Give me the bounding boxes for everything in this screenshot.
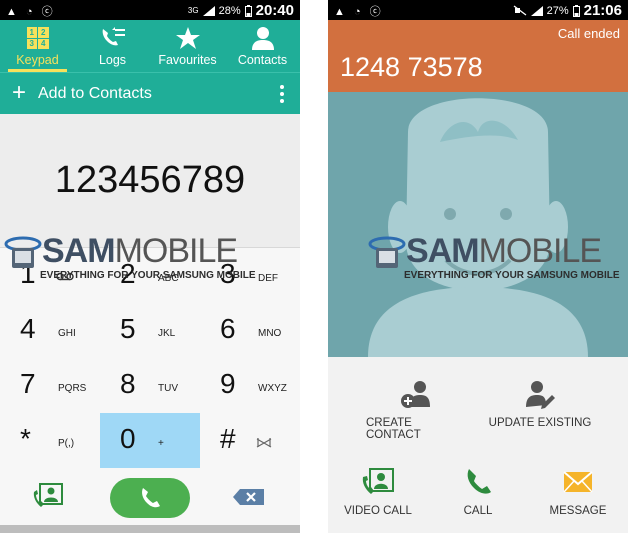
- keypad-grid-icon: 1 2 3 4: [26, 27, 49, 49]
- action-label: CREATE CONTACT: [366, 417, 421, 441]
- create-contact-button[interactable]: CREATE CONTACT: [366, 377, 466, 441]
- call-actions: VIDEO CALL CALL MESSAGE: [328, 447, 628, 533]
- contact-photo-placeholder: [328, 92, 628, 357]
- signal-icon: [202, 5, 215, 16]
- add-contact-icon: [401, 381, 430, 408]
- video-call-icon[interactable]: [32, 482, 64, 510]
- plus-icon: +: [12, 79, 27, 106]
- tab-keypad[interactable]: 1 2 3 4 Keypad: [0, 20, 75, 72]
- key-8[interactable]: 8 TUV: [100, 358, 200, 413]
- edit-contact-icon: [526, 381, 555, 409]
- action-label: MESSAGE: [549, 505, 607, 517]
- tab-logs[interactable]: Logs: [75, 20, 150, 72]
- action-label: VIDEO CALL: [344, 505, 412, 517]
- mute-icon: [513, 5, 526, 16]
- add-to-contacts-button[interactable]: Add to Contacts: [38, 85, 152, 103]
- dialer-bottom-actions: [0, 468, 300, 525]
- default-avatar-icon: [368, 98, 588, 357]
- tab-favourites[interactable]: Favourites: [150, 20, 225, 72]
- battery-icon: [244, 4, 252, 17]
- status-time: 20:40: [255, 2, 294, 19]
- keypad: 1 2 ABC 3 DEF 4 GHI 5 JKL 6 MNO 7 PQRS 8: [0, 248, 300, 468]
- action-label: CALL: [463, 505, 493, 517]
- call-status: Call ended: [557, 26, 620, 41]
- key-6[interactable]: 6 MNO: [200, 303, 300, 358]
- star-icon: [175, 27, 200, 49]
- phone-icon: [467, 469, 491, 494]
- key-1[interactable]: 1: [0, 248, 100, 303]
- status-right: 27% 21:06: [513, 2, 622, 19]
- navigation-edge: [0, 525, 300, 533]
- call-log-icon: [102, 27, 125, 46]
- add-to-contacts-bar: + Add to Contacts: [0, 72, 300, 114]
- voicemail-icon: [56, 272, 74, 281]
- update-existing-button[interactable]: UPDATE EXISTING: [488, 377, 592, 429]
- network-label: 3G: [187, 6, 199, 15]
- action-label: UPDATE EXISTING: [488, 417, 592, 429]
- notification-icons: ▲ ◔ ⓒ: [6, 6, 56, 18]
- tab-label: Logs: [98, 53, 127, 67]
- tab-label: Keypad: [16, 53, 59, 67]
- key-0[interactable]: 0 +: [100, 413, 200, 468]
- status-right: 3G 28% 20:40: [188, 2, 294, 19]
- call-button[interactable]: [110, 478, 190, 518]
- message-button[interactable]: MESSAGE: [538, 465, 618, 517]
- signal-off-icon: [256, 438, 272, 448]
- call-ended-screen: ▲ ◔ ⓒ 27% 21:06 Call ended 1248 73578 CR…: [328, 0, 628, 533]
- dialed-number: 123456789: [0, 114, 300, 248]
- key-hash[interactable]: #: [200, 413, 300, 468]
- dialer-tabs: 1 2 3 4 Keypad Logs Favourites Contacts: [0, 20, 300, 72]
- tab-contacts[interactable]: Contacts: [225, 20, 300, 72]
- video-call-icon: [362, 468, 394, 494]
- key-star[interactable]: * P(,): [0, 413, 100, 468]
- battery-percent: 27%: [546, 4, 569, 17]
- person-icon: [251, 27, 274, 50]
- notification-icons: ▲ ◔ ⓒ: [334, 6, 384, 18]
- status-time: 21:06: [583, 2, 622, 19]
- status-bar: ▲ ◔ ⓒ 27% 21:06: [328, 0, 628, 20]
- key-7[interactable]: 7 PQRS: [0, 358, 100, 413]
- more-options-icon[interactable]: [280, 85, 284, 103]
- video-call-button[interactable]: VIDEO CALL: [338, 465, 418, 517]
- key-4[interactable]: 4 GHI: [0, 303, 100, 358]
- tab-label: Contacts: [237, 53, 288, 67]
- call-header: Call ended 1248 73578: [328, 20, 628, 92]
- call-button[interactable]: CALL: [438, 465, 518, 517]
- dialer-screen: ▲ ◔ ⓒ 3G 28% 20:40 1 2 3 4 Keypad Logs F…: [0, 0, 300, 533]
- backspace-icon[interactable]: [232, 488, 266, 506]
- tab-label: Favourites: [158, 53, 217, 67]
- status-bar: ▲ ◔ ⓒ 3G 28% 20:40: [0, 0, 300, 20]
- battery-percent: 28%: [218, 4, 241, 17]
- phone-number: 1248 73578: [340, 52, 483, 82]
- contact-actions: CREATE CONTACT UPDATE EXISTING: [328, 357, 628, 447]
- envelope-icon: [563, 471, 593, 493]
- key-3[interactable]: 3 DEF: [200, 248, 300, 303]
- battery-icon: [572, 4, 580, 17]
- signal-icon: [530, 5, 543, 16]
- phone-icon: [142, 488, 160, 508]
- key-5[interactable]: 5 JKL: [100, 303, 200, 358]
- key-9[interactable]: 9 WXYZ: [200, 358, 300, 413]
- key-2[interactable]: 2 ABC: [100, 248, 200, 303]
